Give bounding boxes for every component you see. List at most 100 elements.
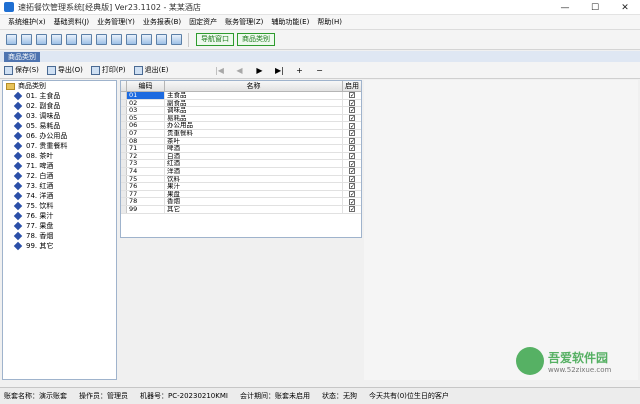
cell-name[interactable]: 办公用品 bbox=[165, 122, 343, 129]
cell-name[interactable]: 调味品 bbox=[165, 107, 343, 114]
menu-tools[interactable]: 辅助功能(E) bbox=[267, 15, 313, 30]
tree-item[interactable]: 03. 调味品 bbox=[3, 111, 116, 121]
last-record-button[interactable]: ▶| bbox=[272, 66, 286, 75]
column-header-code[interactable]: 编码 bbox=[127, 81, 165, 92]
nav-window-button[interactable]: 导航窗口 bbox=[196, 33, 234, 46]
cell-code[interactable]: 99 bbox=[127, 205, 165, 213]
toolbar-card-icon[interactable] bbox=[111, 34, 122, 45]
close-button[interactable]: ✕ bbox=[610, 0, 640, 15]
tree-item[interactable]: 74. 洋酒 bbox=[3, 191, 116, 201]
toolbar-form-icon[interactable] bbox=[66, 34, 77, 45]
add-record-button[interactable]: + bbox=[292, 66, 306, 75]
cell-code[interactable]: 03 bbox=[127, 107, 165, 114]
first-record-button[interactable]: |◀ bbox=[212, 66, 226, 75]
tree-item[interactable]: 77. 果盘 bbox=[3, 221, 116, 231]
tree-item[interactable]: 71. 啤酒 bbox=[3, 161, 116, 171]
cell-name[interactable]: 易耗品 bbox=[165, 114, 343, 122]
cell-enabled[interactable]: ✓ bbox=[343, 115, 361, 122]
table-row[interactable]: 78 香烟 ✓ bbox=[121, 198, 361, 206]
table-row[interactable]: 77 果盘 ✓ bbox=[121, 190, 361, 199]
tree-root[interactable]: 商品类别 bbox=[3, 81, 116, 91]
cell-code[interactable]: 06 bbox=[127, 122, 165, 129]
cell-code[interactable]: 07 bbox=[127, 129, 165, 137]
save-button[interactable]: 保存(S) bbox=[4, 65, 39, 75]
menu-accounts[interactable]: 账务管理(Z) bbox=[221, 15, 267, 30]
menu-business[interactable]: 业务管理(Y) bbox=[93, 15, 139, 30]
tree-item[interactable]: 75. 饮料 bbox=[3, 201, 116, 211]
table-row[interactable]: 03 调味品 ✓ bbox=[121, 107, 361, 115]
cell-enabled[interactable]: ✓ bbox=[343, 122, 361, 129]
cell-code[interactable]: 08 bbox=[127, 137, 165, 145]
cell-name[interactable]: 贵重餐料 bbox=[165, 129, 343, 137]
cell-enabled[interactable]: ✓ bbox=[343, 137, 361, 144]
cell-name[interactable]: 主食品 bbox=[165, 92, 343, 99]
tree-item[interactable]: 99. 其它 bbox=[3, 241, 116, 251]
toolbar-forward-icon[interactable] bbox=[81, 34, 92, 45]
cell-name[interactable]: 果盘 bbox=[165, 190, 343, 198]
tree-item[interactable]: 01. 主食品 bbox=[3, 91, 116, 101]
cell-name[interactable]: 啤酒 bbox=[165, 145, 343, 152]
cell-enabled[interactable]: ✓ bbox=[343, 130, 361, 137]
tree-item[interactable]: 02. 副食品 bbox=[3, 101, 116, 111]
tree-item[interactable]: 76. 果汁 bbox=[3, 211, 116, 221]
minimize-button[interactable]: — bbox=[550, 0, 580, 15]
prev-record-button[interactable]: ◀ bbox=[232, 66, 246, 75]
print-button[interactable]: 打印(P) bbox=[90, 65, 126, 75]
next-record-button[interactable]: ▶ bbox=[252, 66, 266, 75]
cell-enabled[interactable]: ✓ bbox=[343, 183, 361, 190]
enabled-checkbox[interactable]: ✓ bbox=[349, 153, 355, 160]
toolbar-copy-icon[interactable] bbox=[51, 34, 62, 45]
cell-code[interactable]: 71 bbox=[127, 145, 165, 152]
cell-code[interactable]: 72 bbox=[127, 152, 165, 160]
cell-name[interactable]: 副食品 bbox=[165, 99, 343, 107]
cell-enabled[interactable]: ✓ bbox=[343, 175, 361, 182]
table-row[interactable]: 72 白酒 ✓ bbox=[121, 152, 361, 161]
cell-code[interactable]: 77 bbox=[127, 190, 165, 198]
tree-item[interactable]: 73. 红酒 bbox=[3, 181, 116, 191]
toolbar-table-icon[interactable] bbox=[36, 34, 47, 45]
export-button[interactable]: 导出(O) bbox=[46, 65, 83, 75]
enabled-checkbox[interactable]: ✓ bbox=[349, 175, 355, 182]
table-row[interactable]: 08 茶叶 ✓ bbox=[121, 137, 361, 146]
enabled-checkbox[interactable]: ✓ bbox=[349, 191, 355, 198]
cell-code[interactable]: 05 bbox=[127, 114, 165, 122]
enabled-checkbox[interactable]: ✓ bbox=[349, 115, 355, 122]
cell-name[interactable]: 香烟 bbox=[165, 198, 343, 205]
cell-enabled[interactable]: ✓ bbox=[343, 168, 361, 175]
tree-item[interactable]: 78. 香烟 bbox=[3, 231, 116, 241]
menu-reports[interactable]: 业务报表(B) bbox=[139, 15, 185, 30]
cell-enabled[interactable]: ✓ bbox=[343, 191, 361, 198]
toolbar-exit-icon[interactable] bbox=[171, 34, 182, 45]
cell-enabled[interactable]: ✓ bbox=[343, 198, 361, 205]
cell-name[interactable]: 红酒 bbox=[165, 160, 343, 167]
toolbar-doc-icon[interactable] bbox=[6, 34, 17, 45]
menu-help[interactable]: 帮助(H) bbox=[313, 15, 346, 30]
column-header-enabled[interactable]: 启用 bbox=[343, 81, 361, 92]
enabled-checkbox[interactable]: ✓ bbox=[349, 107, 355, 114]
table-row[interactable]: 07 贵重餐料 ✓ bbox=[121, 129, 361, 138]
cell-code[interactable]: 78 bbox=[127, 198, 165, 205]
toolbar-help-icon[interactable] bbox=[156, 34, 167, 45]
cell-enabled[interactable]: ✓ bbox=[343, 107, 361, 114]
cell-name[interactable]: 白酒 bbox=[165, 152, 343, 160]
toolbar-save-icon[interactable] bbox=[126, 34, 137, 45]
tree-item[interactable]: 06. 办公用品 bbox=[3, 131, 116, 141]
enabled-checkbox[interactable]: ✓ bbox=[349, 137, 355, 144]
cell-name[interactable]: 茶叶 bbox=[165, 137, 343, 145]
table-row[interactable]: 05 易耗品 ✓ bbox=[121, 114, 361, 123]
cell-code[interactable]: 74 bbox=[127, 167, 165, 175]
enabled-checkbox[interactable]: ✓ bbox=[349, 168, 355, 175]
toolbar-list-icon[interactable] bbox=[21, 34, 32, 45]
toolbar-report-icon[interactable] bbox=[141, 34, 152, 45]
enabled-checkbox[interactable]: ✓ bbox=[349, 130, 355, 137]
tree-item[interactable]: 72. 白酒 bbox=[3, 171, 116, 181]
table-row[interactable]: 02 副食品 ✓ bbox=[121, 99, 361, 108]
cell-enabled[interactable]: ✓ bbox=[343, 160, 361, 167]
table-row[interactable]: 76 果汁 ✓ bbox=[121, 183, 361, 191]
cell-name[interactable]: 洋酒 bbox=[165, 167, 343, 175]
enabled-checkbox[interactable]: ✓ bbox=[349, 92, 355, 99]
exit-button[interactable]: 退出(E) bbox=[133, 65, 168, 75]
table-row[interactable]: 99 其它 ✓ bbox=[121, 205, 361, 214]
cell-enabled[interactable]: ✓ bbox=[343, 99, 361, 106]
table-row[interactable]: 06 办公用品 ✓ bbox=[121, 122, 361, 130]
